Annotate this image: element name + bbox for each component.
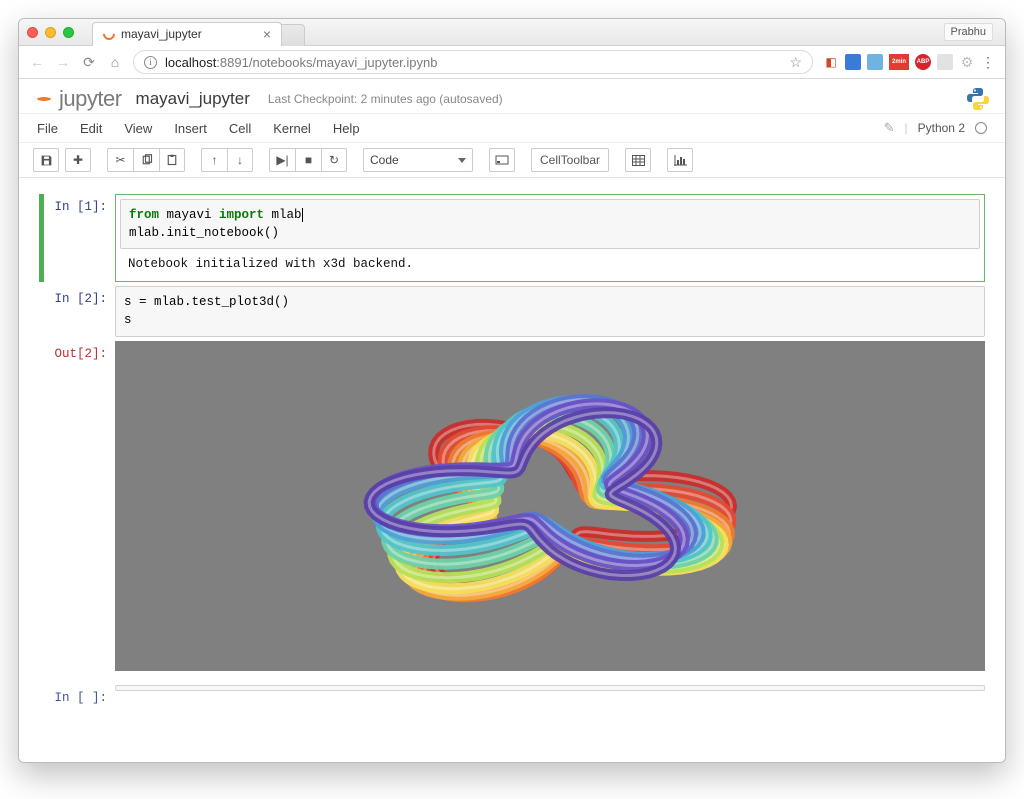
extensions: ◧ 2min ABP ⚙ ⋮ [823, 54, 995, 70]
chart-button[interactable] [667, 148, 693, 172]
jupyter-logo-icon [33, 88, 55, 110]
extension-icon[interactable]: ◧ [823, 54, 839, 70]
in-prompt: In [ ]: [39, 685, 115, 705]
move-down-button[interactable]: ↓ [227, 148, 253, 172]
command-palette-button[interactable] [489, 148, 515, 172]
jupyter-favicon [101, 26, 118, 43]
titlebar: mayavi_jupyter × Prabhu [19, 19, 1005, 46]
notebook-body[interactable]: In [1]: from mayavi import mlab mlab.ini… [19, 178, 1005, 762]
jupyter-header: jupyter mayavi_jupyter Last Checkpoint: … [19, 79, 1005, 114]
menu-file[interactable]: File [37, 121, 58, 136]
edit-mode-icon[interactable]: ✎ [884, 120, 895, 136]
in-prompt: In [1]: [39, 194, 115, 282]
kernel-name[interactable]: Python 2 [918, 121, 965, 135]
tab-title: mayavi_jupyter [121, 27, 202, 41]
copy-button[interactable] [133, 148, 159, 172]
mayavi-3d-plot[interactable] [115, 341, 985, 671]
menu-help[interactable]: Help [333, 121, 360, 136]
extension-settings-icon[interactable]: ⚙ [959, 54, 975, 70]
toolbar: ✚ ✂ ↑ ↓ ▶| ■ ↻ Code CellToolbar [19, 143, 1005, 178]
site-info-icon[interactable]: i [144, 56, 157, 69]
code-input[interactable]: from mayavi import mlab mlab.init_notebo… [120, 199, 980, 249]
menu-edit[interactable]: Edit [80, 121, 102, 136]
forward-button[interactable]: → [55, 54, 71, 70]
code-cell[interactable]: In [2]: s = mlab.test_plot3d() s [39, 286, 985, 336]
restart-button[interactable]: ↻ [321, 148, 347, 172]
python-logo-icon [965, 86, 991, 112]
table-button[interactable] [625, 148, 651, 172]
extension-icon[interactable] [845, 54, 861, 70]
bookmark-star-icon[interactable]: ☆ [789, 54, 802, 71]
code-input[interactable]: s = mlab.test_plot3d() s [115, 286, 985, 336]
out-prompt: Out[2]: [39, 341, 115, 681]
extension-abp-icon[interactable]: ABP [915, 54, 931, 70]
new-tab-button[interactable] [281, 24, 305, 46]
extension-icon[interactable] [867, 54, 883, 70]
menu-kernel[interactable]: Kernel [273, 121, 311, 136]
code-cell[interactable]: In [1]: from mayavi import mlab mlab.ini… [39, 194, 985, 282]
address-bar-row: ← → ⟳ ⌂ i localhost:8891/notebooks/mayav… [19, 46, 1005, 79]
extension-2min-icon[interactable]: 2min [889, 54, 909, 70]
cell-output-text: Notebook initialized with x3d backend. [120, 249, 980, 277]
reload-button[interactable]: ⟳ [81, 54, 97, 71]
address-bar[interactable]: i localhost:8891/notebooks/mayavi_jupyte… [133, 50, 813, 74]
celltoolbar-button[interactable]: CellToolbar [531, 148, 609, 172]
notebook-title[interactable]: mayavi_jupyter [136, 89, 250, 109]
insert-cell-button[interactable]: ✚ [65, 148, 91, 172]
save-button[interactable] [33, 148, 59, 172]
jupyter-app: jupyter mayavi_jupyter Last Checkpoint: … [19, 79, 1005, 762]
traffic-lights [27, 27, 74, 38]
interrupt-button[interactable]: ■ [295, 148, 321, 172]
cut-button[interactable]: ✂ [107, 148, 133, 172]
home-button[interactable]: ⌂ [107, 54, 123, 70]
kernel-indicator: ✎ | Python 2 [884, 120, 987, 136]
close-window-button[interactable] [27, 27, 38, 38]
paste-button[interactable] [159, 148, 185, 172]
menu-insert[interactable]: Insert [174, 121, 207, 136]
run-button[interactable]: ▶| [269, 148, 295, 172]
extension-icon[interactable] [937, 54, 953, 70]
cell-type-select[interactable]: Code [363, 148, 473, 172]
code-cell[interactable]: In [ ]: [39, 685, 985, 705]
menu-cell[interactable]: Cell [229, 121, 251, 136]
checkpoint-label: Last Checkpoint: 2 minutes ago (autosave… [268, 92, 503, 106]
tab-strip: mayavi_jupyter × [92, 19, 944, 46]
jupyter-logo[interactable]: jupyter [33, 86, 122, 112]
in-prompt: In [2]: [39, 286, 115, 336]
move-up-button[interactable]: ↑ [201, 148, 227, 172]
kernel-idle-icon [975, 122, 987, 134]
minimize-window-button[interactable] [45, 27, 56, 38]
menubar: File Edit View Insert Cell Kernel Help ✎… [19, 114, 1005, 143]
back-button[interactable]: ← [29, 54, 45, 70]
browser-tab[interactable]: mayavi_jupyter × [92, 22, 282, 46]
output-cell: Out[2]: [39, 341, 985, 681]
url-display: localhost:8891/notebooks/mayavi_jupyter.… [165, 55, 437, 70]
menu-view[interactable]: View [124, 121, 152, 136]
chrome-profile-button[interactable]: Prabhu [944, 23, 993, 41]
browser-window: mayavi_jupyter × Prabhu ← → ⟳ ⌂ i localh… [18, 18, 1006, 763]
close-tab-icon[interactable]: × [263, 26, 271, 42]
code-input[interactable] [115, 685, 985, 691]
maximize-window-button[interactable] [63, 27, 74, 38]
jupyter-logo-text: jupyter [59, 86, 122, 112]
